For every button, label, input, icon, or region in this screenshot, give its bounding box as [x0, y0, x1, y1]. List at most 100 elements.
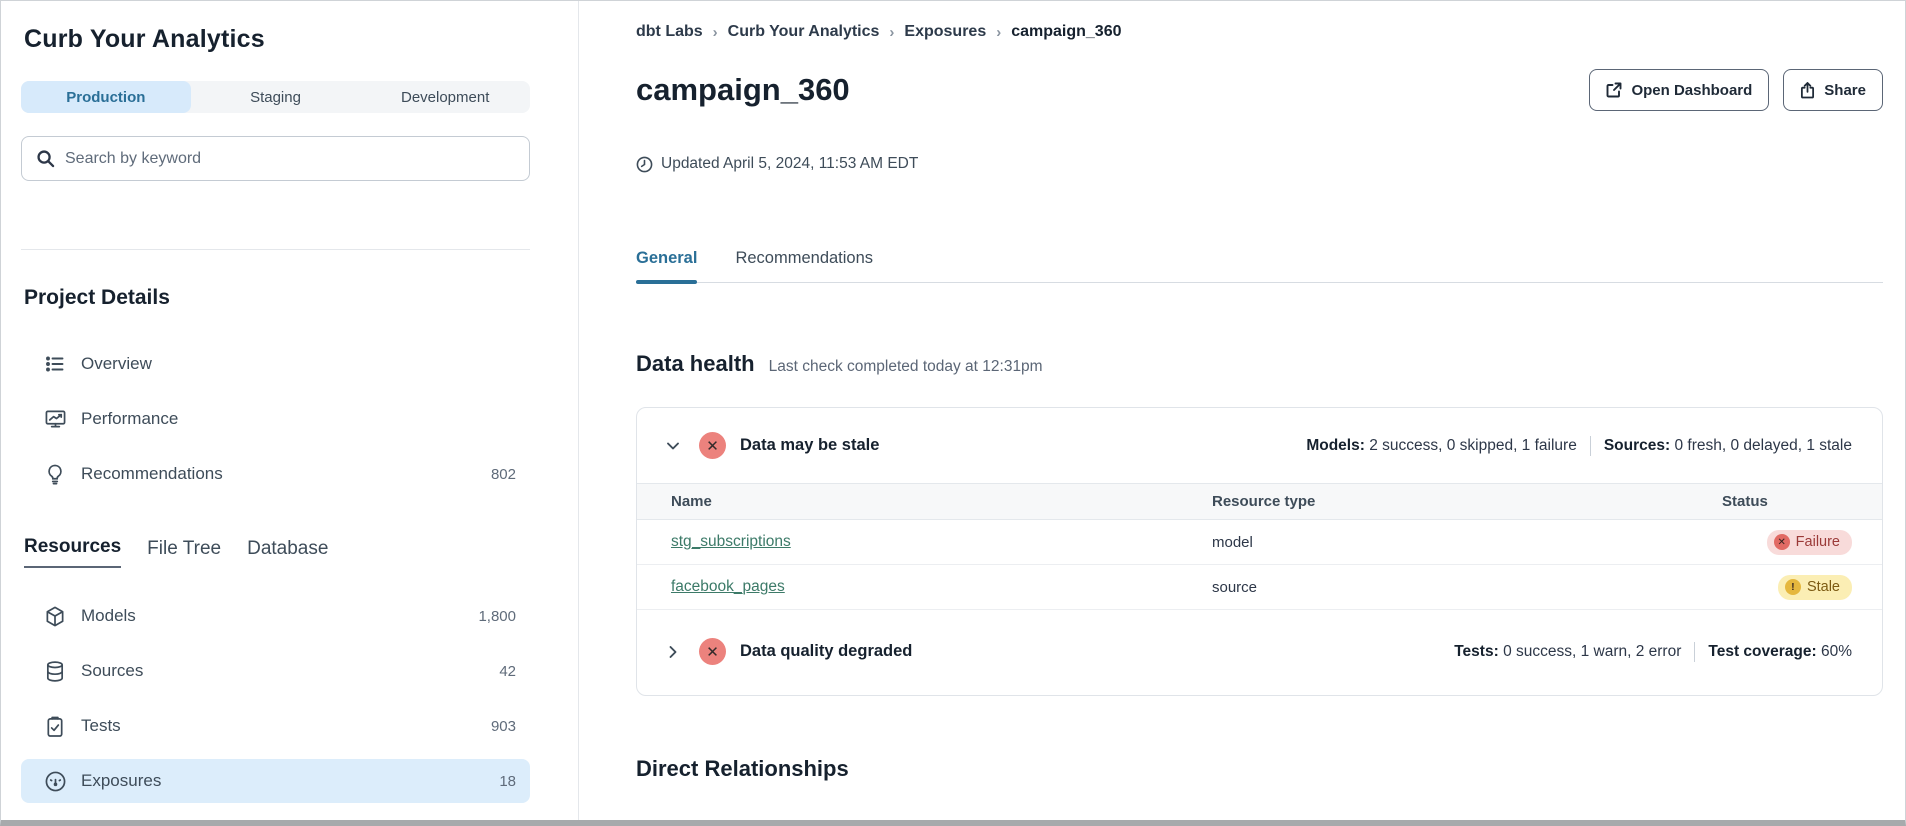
sidebar-item-overview[interactable]: Overview [21, 342, 530, 386]
coverage-value: 60% [1821, 643, 1852, 660]
resource-link-facebook-pages[interactable]: facebook_pages [671, 578, 785, 595]
sidebar-item-performance[interactable]: Performance [21, 397, 530, 441]
title-row: campaign_360 Open Dashboard [636, 69, 1883, 111]
item-count: 18 [499, 773, 516, 790]
item-count: 903 [491, 718, 516, 735]
performance-icon [44, 409, 66, 429]
sidebar-item-label: Recommendations [81, 464, 223, 484]
item-count: 1,800 [478, 608, 516, 625]
chevron-down-icon[interactable] [665, 438, 683, 454]
cube-icon [44, 606, 66, 627]
status-badge-label: Failure [1796, 534, 1840, 550]
clipboard-check-icon [44, 716, 66, 737]
header-actions: Open Dashboard Share [1589, 69, 1883, 111]
tab-file-tree[interactable]: File Tree [147, 538, 221, 568]
updated-timestamp: Updated April 5, 2024, 11:53 AM EDT [661, 155, 918, 173]
page-title: campaign_360 [636, 72, 850, 108]
quality-section-header[interactable]: ✕ Data quality degraded Tests: 0 success… [637, 610, 1882, 695]
sidebar-divider [21, 249, 530, 250]
direct-relationships-heading: Direct Relationships [636, 756, 1883, 782]
sidebar-item-exposures[interactable]: Exposures 18 [21, 759, 530, 803]
status-badge-stale: ! Stale [1778, 575, 1852, 600]
resource-link-stg-subscriptions[interactable]: stg_subscriptions [671, 533, 791, 550]
sidebar-item-models[interactable]: Models 1,800 [21, 594, 530, 638]
sidebar-item-sources[interactable]: Sources 42 [21, 649, 530, 693]
sidebar-item-label: Models [81, 606, 136, 626]
chevron-right-icon[interactable] [665, 644, 683, 660]
models-value: 2 success, 0 skipped, 1 failure [1369, 437, 1577, 454]
column-header-status: Status [1664, 493, 1852, 510]
sidebar-item-label: Sources [81, 661, 143, 681]
resource-view-tabs: Resources File Tree Database [24, 536, 530, 568]
stale-section-title: Data may be stale [740, 436, 879, 455]
coverage-label: Test coverage: [1708, 643, 1816, 660]
clock-icon [636, 156, 653, 173]
breadcrumb-current: campaign_360 [1011, 23, 1121, 41]
share-button[interactable]: Share [1783, 69, 1883, 111]
error-x-icon: ✕ [699, 432, 726, 459]
tab-recommendations[interactable]: Recommendations [735, 249, 873, 282]
breadcrumb: dbt Labs › Curb Your Analytics › Exposur… [636, 23, 1883, 41]
tests-label: Tests: [1454, 643, 1499, 660]
data-health-header: Data health Last check completed today a… [636, 351, 1883, 377]
column-header-resource-type: Resource type [1212, 493, 1664, 510]
open-dashboard-label: Open Dashboard [1631, 82, 1752, 99]
breadcrumb-dbt-labs[interactable]: dbt Labs [636, 23, 703, 41]
stats-divider [1694, 642, 1695, 662]
environment-tabs: Production Staging Development [21, 81, 530, 113]
tests-value: 0 success, 1 warn, 2 error [1503, 643, 1681, 660]
project-details-list: Overview Performance [21, 342, 530, 496]
project-details-heading: Project Details [24, 286, 530, 310]
updated-row: Updated April 5, 2024, 11:53 AM EDT [636, 155, 1883, 173]
main-content: dbt Labs › Curb Your Analytics › Exposur… [579, 1, 1905, 820]
resource-type-cell: source [1212, 579, 1664, 596]
table-row: facebook_pages source ! Stale [637, 565, 1882, 610]
sidebar-item-label: Tests [81, 716, 121, 736]
search-input[interactable] [65, 150, 515, 168]
tab-database[interactable]: Database [247, 538, 328, 568]
sidebar-item-label: Exposures [81, 771, 161, 791]
item-count: 802 [491, 466, 516, 483]
external-link-icon [1606, 82, 1622, 98]
sidebar-item-tests[interactable]: Tests 903 [21, 704, 530, 748]
tab-resources[interactable]: Resources [24, 536, 121, 568]
quality-section-stats: Tests: 0 success, 1 warn, 2 error Test c… [1454, 642, 1852, 662]
resources-list: Models 1,800 Sources 42 [21, 594, 530, 803]
share-label: Share [1824, 82, 1866, 99]
status-badge-failure: ✕ Failure [1767, 530, 1852, 555]
resource-type-cell: model [1212, 534, 1664, 551]
table-header-row: Name Resource type Status [637, 484, 1882, 520]
breadcrumb-project[interactable]: Curb Your Analytics [728, 23, 880, 41]
failure-x-icon: ✕ [1774, 534, 1790, 550]
stale-warning-icon: ! [1785, 579, 1801, 595]
env-tab-development[interactable]: Development [360, 81, 530, 113]
chevron-right-icon: › [996, 24, 1001, 41]
stale-section-stats: Models: 2 success, 0 skipped, 1 failure … [1306, 436, 1852, 456]
env-tab-staging[interactable]: Staging [191, 81, 361, 113]
env-tab-production[interactable]: Production [21, 81, 191, 113]
breadcrumb-exposures[interactable]: Exposures [904, 23, 986, 41]
last-check-text: Last check completed today at 12:31pm [769, 358, 1043, 376]
data-health-card: ✕ Data may be stale Models: 2 success, 0… [636, 407, 1883, 696]
stats-divider [1590, 436, 1591, 456]
sidebar-item-recommendations[interactable]: Recommendations 802 [21, 452, 530, 496]
sidebar: Curb Your Analytics Production Staging D… [1, 1, 579, 820]
models-label: Models: [1306, 437, 1365, 454]
stale-section-header[interactable]: ✕ Data may be stale Models: 2 success, 0… [637, 408, 1882, 483]
open-dashboard-button[interactable]: Open Dashboard [1589, 69, 1769, 111]
chevron-right-icon: › [889, 24, 894, 41]
tab-general[interactable]: General [636, 249, 697, 282]
sources-label: Sources: [1604, 437, 1670, 454]
error-x-icon: ✕ [699, 638, 726, 665]
sidebar-item-label: Overview [81, 354, 152, 374]
project-title: Curb Your Analytics [24, 25, 530, 54]
search-box[interactable] [21, 136, 530, 181]
search-icon [36, 149, 55, 168]
sidebar-item-label: Performance [81, 409, 178, 429]
status-badge-label: Stale [1807, 579, 1840, 595]
stale-resources-table: Name Resource type Status stg_subscripti… [637, 483, 1882, 610]
lightbulb-icon [44, 464, 66, 485]
database-icon [44, 661, 66, 682]
sources-value: 0 fresh, 0 delayed, 1 stale [1674, 437, 1852, 454]
gauge-icon [44, 771, 66, 792]
